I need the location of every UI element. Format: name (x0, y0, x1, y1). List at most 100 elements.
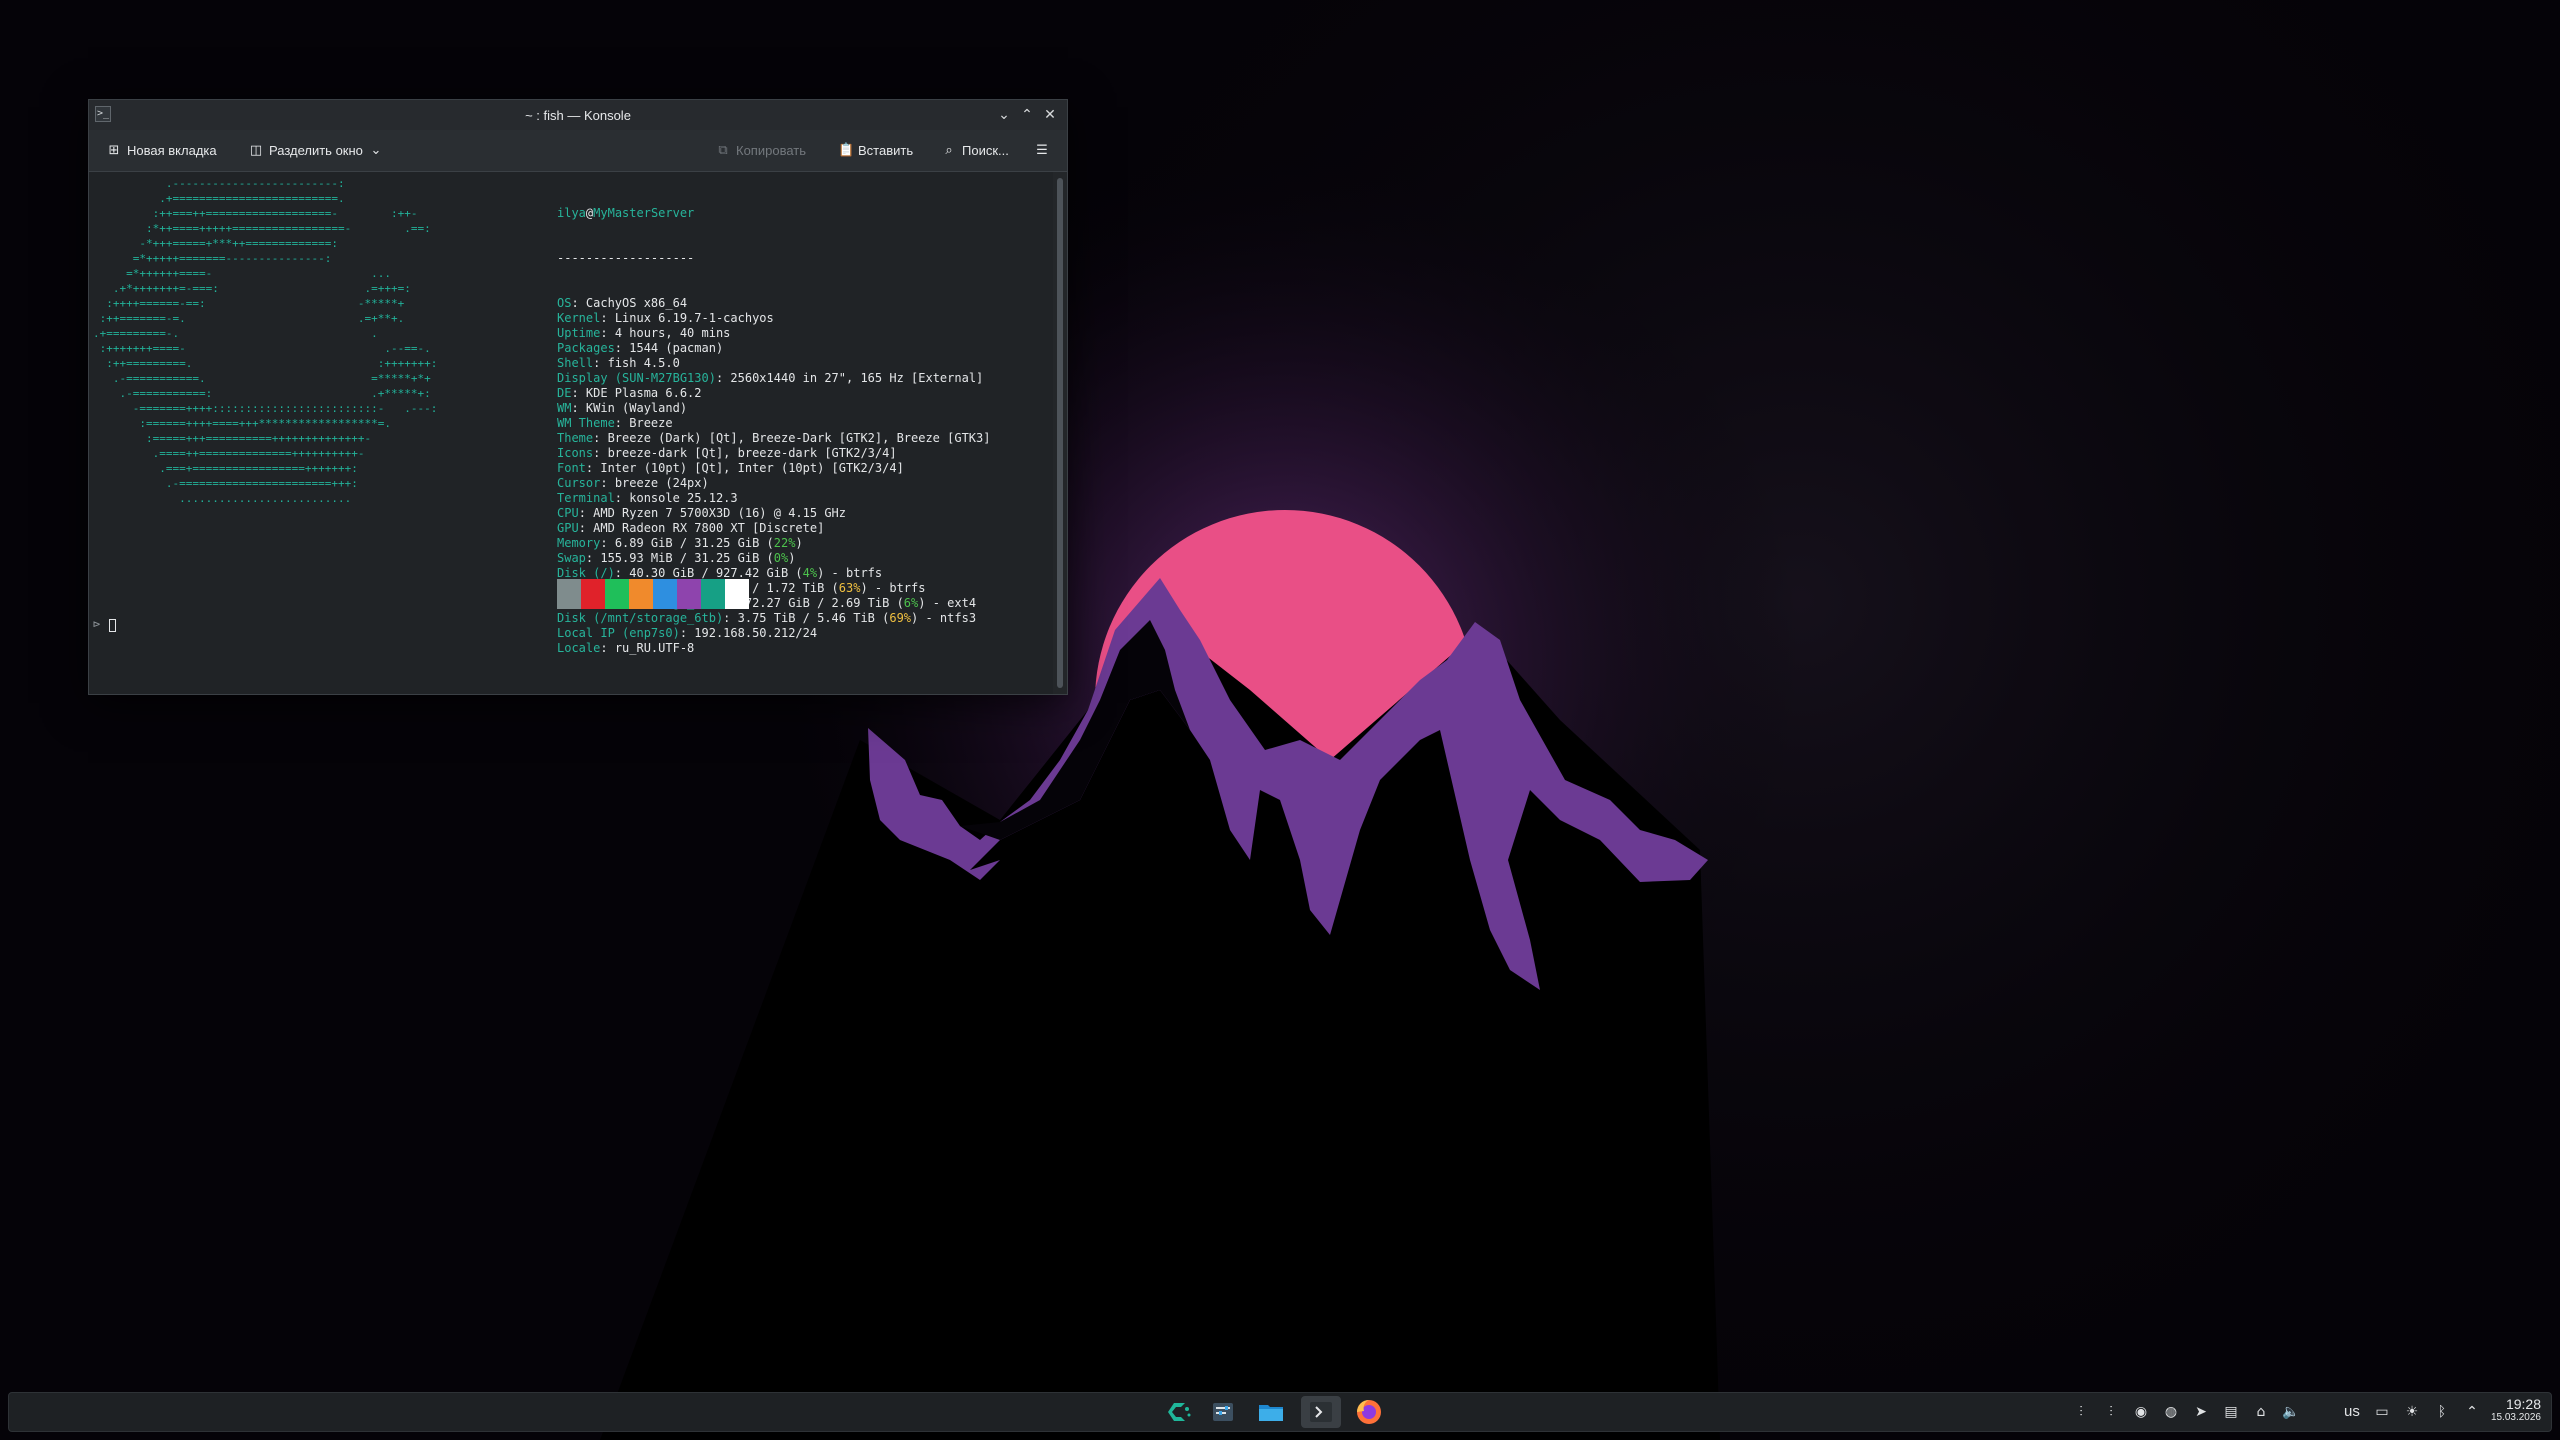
file-manager-button[interactable] (1251, 1396, 1291, 1428)
info-row: Memory: 6.89 GiB / 31.25 GiB (22%) (557, 536, 803, 550)
terminal-view[interactable]: .-------------------------: .+==========… (89, 172, 1053, 694)
window-titlebar[interactable]: >_ ~ : fish — Konsole ⌄ ⌃ ✕ (89, 100, 1067, 130)
info-value: 3.75 TiB / 5.46 TiB ( (737, 611, 890, 625)
usage-percent: 4% (802, 566, 818, 580)
info-key: WM Theme (557, 416, 615, 430)
info-value: KWin (Wayland) (585, 401, 688, 415)
copy-icon: ⧉ (718, 143, 728, 158)
info-key: Icons (557, 446, 594, 460)
info-value: 155.93 MiB / 31.25 GiB ( (600, 551, 774, 565)
info-value: KDE Plasma 6.6.2 (585, 386, 702, 400)
clipboard-icon[interactable]: ▤ (2220, 1401, 2242, 1423)
display-icon[interactable]: ▭ (2371, 1401, 2393, 1423)
konsole-toolbar: ⊞ Новая вкладка ◫ Разделить окно ⌄ ⧉ Коп… (89, 130, 1067, 172)
info-key: Disk (/mnt/storage_6tb) (557, 611, 724, 625)
info-key: GPU (557, 521, 579, 535)
info-row: OS: CachyOS x86_64 (557, 296, 688, 310)
split-view-icon: ◫ (249, 143, 263, 158)
info-tail: ) - btrfs (817, 566, 883, 580)
maximize-button[interactable]: ⌃ (1017, 105, 1037, 125)
separator-line: ------------------- (557, 251, 695, 265)
info-row: Local IP (enp7s0): 192.168.50.212/24 (557, 626, 818, 640)
paste-button[interactable]: 📋 Вставить (838, 141, 913, 161)
firefox-button[interactable] (1349, 1396, 1389, 1428)
info-value: 2560x1440 in 27", 165 Hz [External] (730, 371, 984, 385)
scrollbar-thumb[interactable] (1057, 178, 1063, 688)
usage-percent: 6% (903, 596, 919, 610)
text-cursor (109, 619, 116, 632)
usage-percent: 0% (773, 551, 789, 565)
info-value: konsole 25.12.3 (629, 491, 738, 505)
info-value: ru_RU.UTF-8 (614, 641, 695, 655)
info-row: Locale: ru_RU.UTF-8 (557, 641, 695, 655)
info-value: breeze-dark [Qt], breeze-dark [GTK2/3/4] (607, 446, 897, 460)
info-value: 172.27 GiB / 2.69 TiB ( (737, 596, 904, 610)
terminal-scrollbar[interactable] (1053, 172, 1067, 694)
hostname: MyMasterServer (593, 206, 695, 220)
vpn-icon[interactable]: ◉ (2130, 1401, 2152, 1423)
search-label: Поиск... (962, 143, 1009, 158)
steam-icon[interactable]: ◍ (2160, 1401, 2182, 1423)
info-row: WM: KWin (Wayland) (557, 401, 688, 415)
bluetooth-icon[interactable]: ᛒ (2431, 1401, 2453, 1423)
shell-prompt: ⊳ (93, 617, 101, 631)
digital-clock[interactable]: 19:28 15.03.2026 (2477, 1396, 2541, 1424)
info-row: Terminal: konsole 25.12.3 (557, 491, 738, 505)
info-row: Display (SUN-M27BG130): 2560x1440 in 27"… (557, 371, 984, 385)
info-key: DE (557, 386, 572, 400)
audio-mixer-icon[interactable]: ⫶ (2070, 1401, 2092, 1423)
info-key: Locale (557, 641, 601, 655)
color-swatch (725, 579, 749, 609)
info-row: Swap: 155.93 MiB / 31.25 GiB (0%) (557, 551, 796, 565)
info-value: CachyOS x86_64 (585, 296, 688, 310)
info-value: 6.89 GiB / 31.25 GiB ( (614, 536, 774, 550)
color-swatch (581, 579, 605, 609)
new-tab-button[interactable]: ⊞ Новая вкладка (107, 141, 217, 161)
equalizer-icon[interactable]: ⫶ (2100, 1401, 2122, 1423)
info-key: Packages (557, 341, 615, 355)
info-row: Font: Inter (10pt) [Qt], Inter (10pt) [G… (557, 461, 904, 475)
konsole-window[interactable]: >_ ~ : fish — Konsole ⌄ ⌃ ✕ ⊞ Новая вкла… (88, 99, 1068, 695)
split-view-button[interactable]: ◫ Разделить окно ⌄ (249, 141, 389, 161)
info-value: 4 hours, 40 mins (614, 326, 731, 340)
volume-icon[interactable]: 🔈 (2280, 1401, 2302, 1423)
search-button[interactable]: ⌕ Поиск... (942, 141, 1009, 161)
info-key: Shell (557, 356, 594, 370)
minimize-button[interactable]: ⌄ (994, 105, 1014, 125)
split-view-label: Разделить окно (269, 143, 363, 158)
info-value: 40.30 GiB / 927.42 GiB ( (629, 566, 803, 580)
system-settings-icon (1213, 1403, 1233, 1421)
close-button[interactable]: ✕ (1040, 105, 1060, 125)
info-row: Shell: fish 4.5.0 (557, 356, 680, 370)
info-value: AMD Radeon RX 7800 XT [Discrete] (593, 521, 825, 535)
system-settings-button[interactable] (1203, 1396, 1243, 1428)
info-value: 192.168.50.212/24 (694, 626, 818, 640)
info-row: DE: KDE Plasma 6.6.2 (557, 386, 702, 400)
color-swatch (605, 579, 629, 609)
network-icon[interactable]: ⌂ (2250, 1401, 2272, 1423)
info-key: WM (557, 401, 572, 415)
info-value: Breeze (Dark) [Qt], Breeze-Dark [GTK2], … (607, 431, 991, 445)
telegram-icon[interactable]: ➤ (2190, 1401, 2212, 1423)
info-key: Theme (557, 431, 594, 445)
brightness-icon[interactable]: ☀ (2401, 1401, 2423, 1423)
usage-percent: 69% (889, 611, 912, 625)
info-row: Packages: 1544 (pacman) (557, 341, 724, 355)
info-value: Linux 6.19.7-1-cachyos (614, 311, 774, 325)
keyboard-layout-indicator[interactable]: us (2344, 1403, 2360, 1420)
info-key: Uptime (557, 326, 601, 340)
info-row: CPU: AMD Ryzen 7 5700X3D (16) @ 4.15 GHz (557, 506, 847, 520)
konsole-icon (1310, 1402, 1332, 1422)
info-tail: ) - btrfs (860, 581, 926, 595)
konsole-task-button[interactable] (1301, 1396, 1341, 1428)
file-manager-icon (1259, 1405, 1283, 1421)
info-row: Icons: breeze-dark [Qt], breeze-dark [GT… (557, 446, 897, 460)
info-value: 1544 (pacman) (629, 341, 724, 355)
hamburger-menu-button[interactable]: ☰ (1035, 141, 1055, 161)
copy-button[interactable]: ⧉ Копировать (716, 141, 806, 161)
chevron-down-icon[interactable]: ⌄ (369, 144, 383, 158)
cachyos-launcher-button[interactable] (1159, 1396, 1199, 1428)
info-tail: ) (795, 536, 803, 550)
color-swatch (701, 579, 725, 609)
info-value: fish 4.5.0 (607, 356, 680, 370)
